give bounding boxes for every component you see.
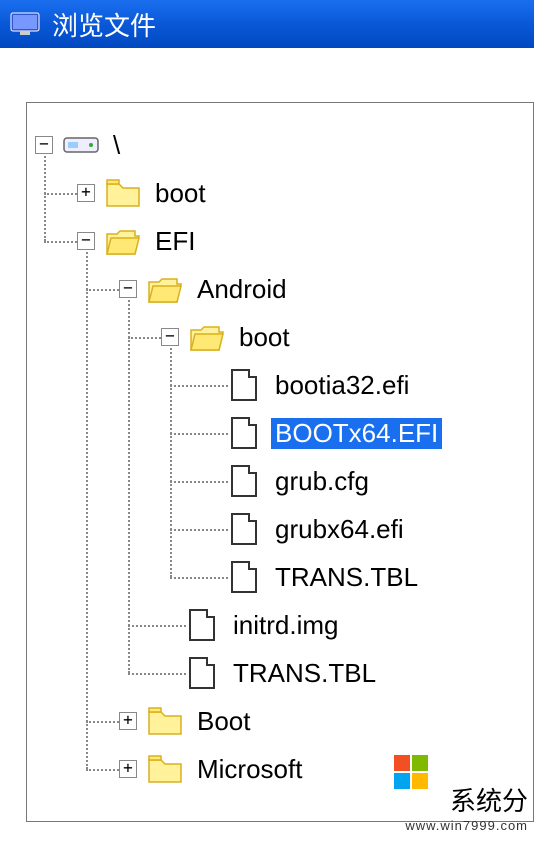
expand-toggle[interactable]: + xyxy=(119,712,137,730)
tree-node-grubcfg[interactable]: grub.cfg xyxy=(35,457,525,505)
tree-node-grubx64[interactable]: grubx64.efi xyxy=(35,505,525,553)
file-icon xyxy=(231,465,257,497)
collapse-toggle[interactable]: − xyxy=(35,136,53,154)
tree-node-boot-efi[interactable]: + Boot xyxy=(35,697,525,745)
node-label: bootia32.efi xyxy=(271,370,413,401)
watermark: 系统分 www.win7999.com xyxy=(405,781,528,833)
file-tree[interactable]: − \ + boot − EFI − And xyxy=(35,121,525,793)
app-icon xyxy=(10,12,40,36)
tree-node-boot[interactable]: + boot xyxy=(35,169,525,217)
collapse-toggle[interactable]: − xyxy=(161,328,179,346)
tree-node-initrd[interactable]: initrd.img xyxy=(35,601,525,649)
collapse-toggle[interactable]: − xyxy=(77,232,95,250)
node-label: \ xyxy=(109,130,124,161)
node-label: EFI xyxy=(151,226,199,257)
folder-open-icon xyxy=(105,226,141,256)
node-label-selected: BOOTx64.EFI xyxy=(271,418,442,449)
file-icon xyxy=(231,417,257,449)
expand-toggle[interactable]: + xyxy=(119,760,137,778)
node-label: Microsoft xyxy=(193,754,306,785)
window-title: 浏览文件 xyxy=(52,6,156,43)
tree-node-bootia32[interactable]: bootia32.efi xyxy=(35,361,525,409)
drive-icon xyxy=(63,134,99,156)
file-icon xyxy=(231,561,257,593)
client-area: − \ + boot − EFI − And xyxy=(0,48,534,843)
tree-node-android[interactable]: − Android xyxy=(35,265,525,313)
file-icon xyxy=(231,369,257,401)
node-label: Boot xyxy=(193,706,255,737)
node-label: grubx64.efi xyxy=(271,514,408,545)
tree-node-trans2[interactable]: TRANS.TBL xyxy=(35,649,525,697)
tree-node-trans1[interactable]: TRANS.TBL xyxy=(35,553,525,601)
node-label: boot xyxy=(235,322,294,353)
tree-node-bootx64[interactable]: BOOTx64.EFI xyxy=(35,409,525,457)
node-label: grub.cfg xyxy=(271,466,373,497)
folder-open-icon xyxy=(189,322,225,352)
file-icon xyxy=(189,609,215,641)
node-label: initrd.img xyxy=(229,610,342,641)
node-label: TRANS.TBL xyxy=(229,658,380,689)
node-label: boot xyxy=(151,178,210,209)
tree-node-root[interactable]: − \ xyxy=(35,121,525,169)
tree-panel: − \ + boot − EFI − And xyxy=(26,102,534,822)
tree-node-boot-sub[interactable]: − boot xyxy=(35,313,525,361)
collapse-toggle[interactable]: − xyxy=(119,280,137,298)
folder-icon xyxy=(147,754,183,784)
microsoft-logo-icon xyxy=(394,755,428,789)
expand-toggle[interactable]: + xyxy=(77,184,95,202)
folder-icon xyxy=(147,706,183,736)
node-label: TRANS.TBL xyxy=(271,562,422,593)
tree-node-efi[interactable]: − EFI xyxy=(35,217,525,265)
folder-icon xyxy=(105,178,141,208)
file-icon xyxy=(231,513,257,545)
node-label: Android xyxy=(193,274,291,305)
watermark-url: www.win7999.com xyxy=(405,818,528,833)
title-bar: 浏览文件 xyxy=(0,0,534,48)
file-icon xyxy=(189,657,215,689)
folder-open-icon xyxy=(147,274,183,304)
